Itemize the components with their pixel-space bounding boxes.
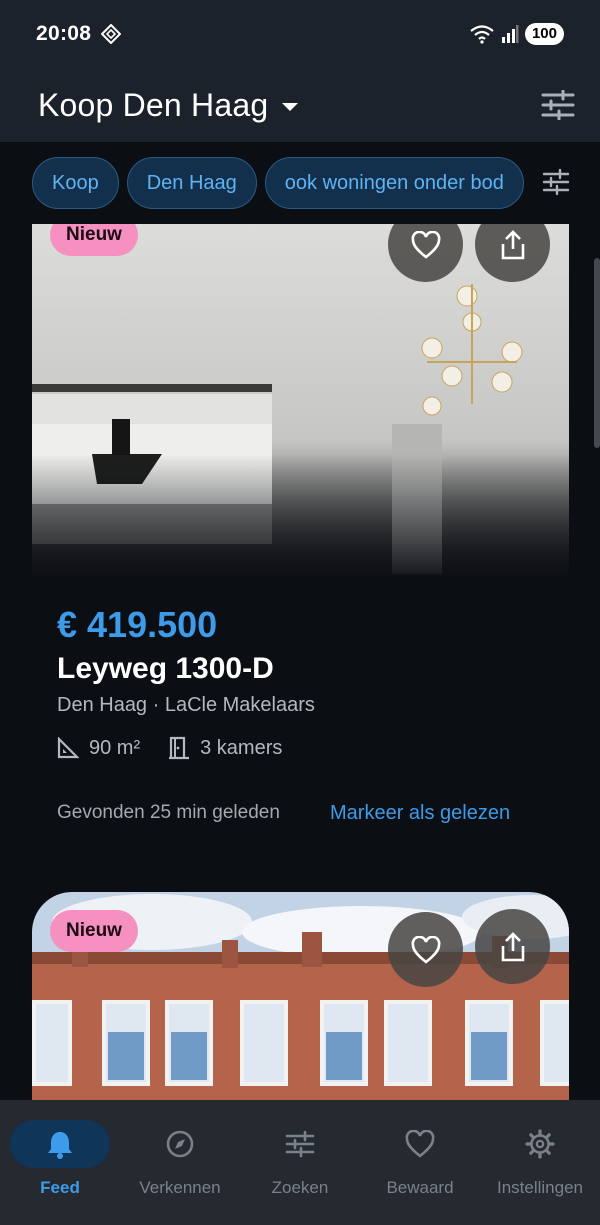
- listing-meta: 90 m² 3 kamers: [57, 736, 310, 760]
- nav-zoeken[interactable]: Zoeken: [240, 1120, 360, 1225]
- new-badge: Nieuw: [50, 224, 138, 256]
- filter-button[interactable]: [538, 85, 578, 125]
- nav-bewaard[interactable]: Bewaard: [360, 1120, 480, 1225]
- heart-icon: [405, 1130, 435, 1158]
- status-bar: 20:08 100: [0, 0, 600, 68]
- chip-koop[interactable]: Koop: [32, 157, 119, 209]
- share-icon: [501, 931, 524, 961]
- nav-label: Instellingen: [496, 1178, 583, 1197]
- nav-instellingen[interactable]: Instellingen: [480, 1120, 600, 1225]
- nav-pill: [370, 1120, 470, 1168]
- listing-price: € 419.500: [57, 604, 218, 645]
- signal-icon: [501, 25, 519, 43]
- chip-den-haag[interactable]: Den Haag: [126, 157, 257, 209]
- scrollbar[interactable]: [594, 258, 600, 448]
- nav-pill: [490, 1120, 590, 1168]
- battery-indicator: 100: [524, 23, 564, 45]
- heart-icon: [411, 935, 440, 964]
- status-time: 20:08: [36, 22, 92, 45]
- gear-icon: [525, 1129, 555, 1159]
- caret-down-icon[interactable]: [282, 103, 299, 111]
- filter-chips: Koop Den Haag ook woningen onder bod: [0, 142, 600, 224]
- status-icons: 100: [469, 23, 564, 45]
- listing-subline: Den Haag · LaCle Makelaars: [57, 694, 315, 716]
- bottom-navigation: Feed Verkennen Zoeken Bewaard Instelling…: [0, 1100, 600, 1225]
- favorite-button[interactable]: [388, 912, 463, 987]
- interior-photo: [32, 224, 569, 584]
- nav-label: Verkennen: [139, 1178, 221, 1197]
- chip-onder-bod[interactable]: ook woningen onder bod: [264, 157, 524, 209]
- area-meta: 90 m²: [57, 737, 140, 760]
- share-button[interactable]: [475, 909, 550, 984]
- nav-feed[interactable]: Feed: [0, 1120, 120, 1225]
- heart-icon: [411, 230, 440, 259]
- ruler-icon: [57, 737, 79, 759]
- rooms-meta: 3 kamers: [168, 736, 282, 760]
- tune-icon: [541, 90, 575, 120]
- tune-icon: [285, 1130, 315, 1158]
- new-badge: Nieuw: [50, 910, 138, 952]
- rooms-value: 3 kamers: [200, 736, 283, 759]
- nav-pill: [250, 1120, 350, 1168]
- chip-tune-icon[interactable]: [542, 168, 570, 196]
- bell-icon: [48, 1132, 72, 1159]
- area-value: 90 m²: [89, 736, 141, 759]
- diamond-icon: [101, 24, 122, 44]
- app-bar: Koop Den Haag: [0, 68, 600, 142]
- page-title[interactable]: Koop Den Haag: [38, 87, 268, 124]
- wifi-icon: [470, 25, 494, 44]
- listing-feed[interactable]: Nieuw € 419.500 Leyweg 1300-D Den Haag ·…: [0, 224, 600, 1100]
- mark-read-link[interactable]: Markeer als gelezen: [330, 802, 510, 825]
- nav-label: Zoeken: [271, 1178, 329, 1197]
- found-time: Gevonden 25 min geleden: [57, 802, 280, 823]
- explore-icon: [166, 1130, 194, 1158]
- nav-label: Bewaard: [386, 1178, 454, 1197]
- listing-photo[interactable]: Nieuw: [32, 224, 569, 584]
- share-icon: [501, 229, 524, 259]
- listing-address[interactable]: Leyweg 1300-D: [57, 652, 274, 686]
- nav-verkennen[interactable]: Verkennen: [120, 1120, 240, 1225]
- nav-pill: [10, 1120, 110, 1168]
- nav-pill: [130, 1120, 230, 1168]
- nav-label: Feed: [40, 1178, 80, 1197]
- listing-photo[interactable]: Nieuw: [32, 892, 569, 1100]
- door-icon: [169, 736, 190, 760]
